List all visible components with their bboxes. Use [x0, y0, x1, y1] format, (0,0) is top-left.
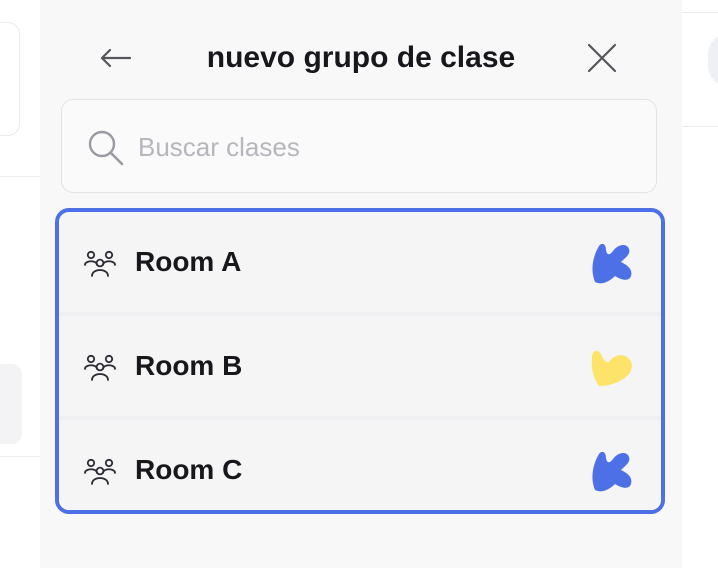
arrow-left-icon	[100, 48, 132, 68]
background-divider	[0, 456, 40, 457]
background-pill	[0, 364, 22, 444]
background-divider	[0, 176, 40, 177]
background-card	[0, 22, 20, 136]
class-name: Room C	[135, 454, 243, 485]
list-divider	[59, 312, 661, 316]
search-box[interactable]	[61, 99, 657, 193]
list-divider	[59, 416, 661, 420]
blue-monster-icon	[592, 243, 632, 284]
dialog-title: nuevo grupo de clase	[206, 41, 516, 74]
list-item-room-a[interactable]: Room A	[59, 214, 661, 312]
background-card-glyph	[7, 67, 13, 89]
background-divider	[682, 126, 718, 127]
group-icon	[84, 354, 116, 381]
yellow-heart-icon	[591, 350, 632, 386]
class-name: Room A	[135, 246, 242, 277]
close-button[interactable]	[582, 40, 622, 76]
class-name: Room B	[135, 350, 243, 381]
back-button[interactable]	[95, 40, 135, 76]
background-divider	[682, 12, 718, 13]
search-icon	[88, 130, 124, 166]
search-input[interactable]	[138, 120, 638, 174]
class-list: Room A Room B Room C	[55, 208, 665, 514]
blue-monster-icon	[592, 451, 632, 492]
list-item-room-b[interactable]: Room B	[59, 318, 661, 416]
group-icon	[84, 250, 116, 277]
dialog-header: nuevo grupo de clase	[40, 28, 682, 88]
background-avatar	[708, 34, 718, 86]
new-class-group-dialog: nuevo grupo de clase Buscar clases Room …	[40, 0, 682, 568]
close-icon	[587, 43, 617, 73]
list-item-room-c[interactable]: Room C	[59, 422, 661, 510]
group-icon	[84, 458, 116, 485]
